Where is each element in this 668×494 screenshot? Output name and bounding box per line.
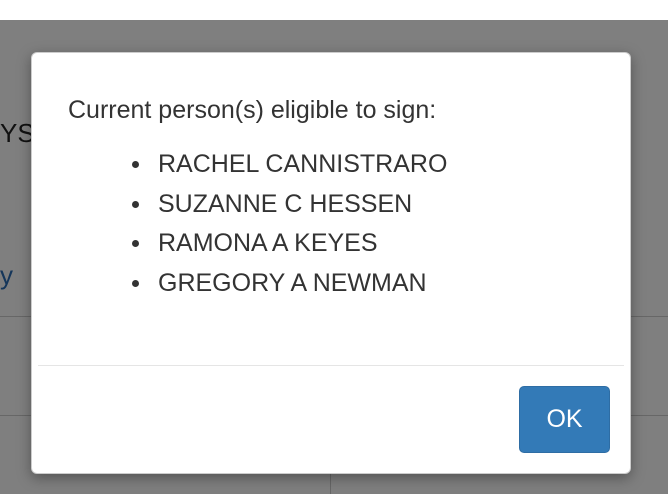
signer-list: RACHEL CANNISTRARO SUZANNE C HESSEN RAMO… [68, 145, 594, 303]
signer-name: SUZANNE C HESSEN [158, 189, 413, 218]
list-item: GREGORY A NEWMAN [132, 264, 594, 304]
signers-dialog: Current person(s) eligible to sign: RACH… [31, 52, 631, 474]
bullet-icon [132, 200, 139, 208]
list-item: SUZANNE C HESSEN [132, 185, 594, 225]
signer-name: GREGORY A NEWMAN [158, 268, 427, 297]
dialog-body: Current person(s) eligible to sign: RACH… [32, 53, 630, 365]
bullet-icon [132, 161, 139, 168]
list-item: RACHEL CANNISTRARO [132, 145, 594, 185]
bullet-icon [132, 279, 139, 287]
dialog-message: Current person(s) eligible to sign: [68, 96, 437, 124]
ok-button[interactable]: OK [519, 386, 610, 453]
signer-name: RACHEL CANNISTRARO [158, 150, 448, 178]
signer-name: RAMONA A KEYES [158, 229, 378, 257]
page-top-strip [0, 0, 668, 20]
dialog-footer-divider [38, 365, 624, 366]
bullet-icon [132, 240, 139, 247]
list-item: RAMONA A KEYES [132, 224, 594, 264]
